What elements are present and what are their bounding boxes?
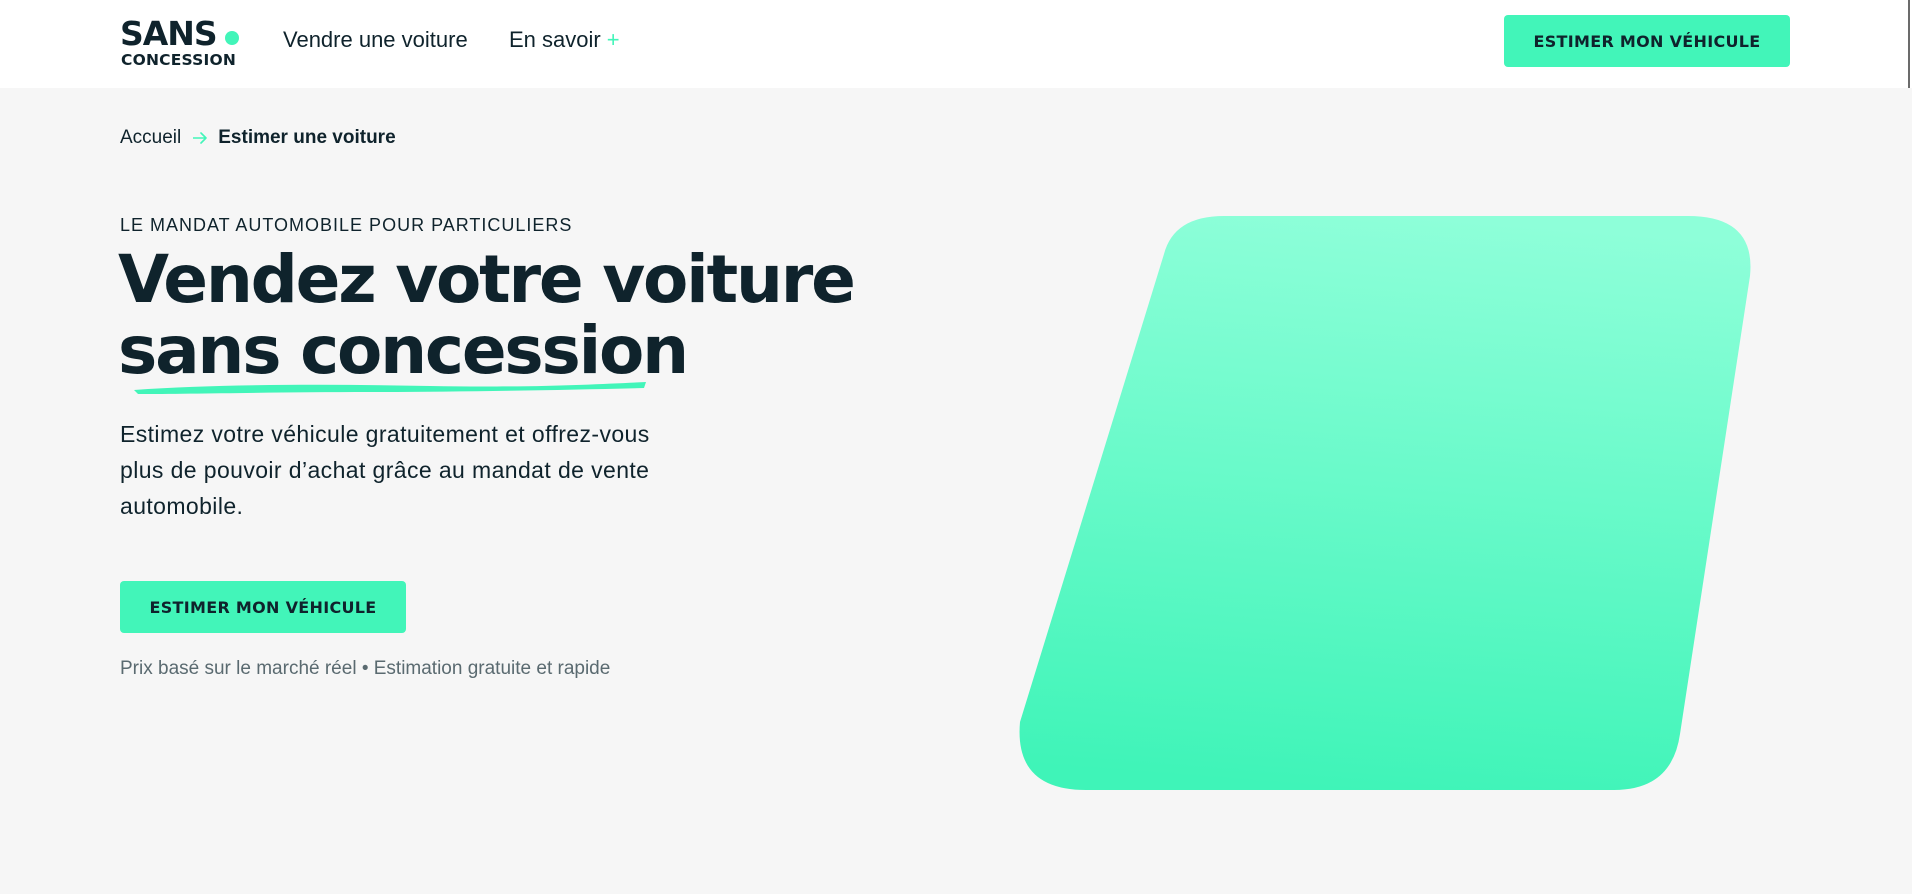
logo-line1: SANS (120, 14, 217, 53)
hero-estimate-label: ESTIMER MON VÉHICULE (149, 597, 377, 617)
hero-eyebrow: LE MANDAT AUTOMOBILE POUR PARTICULIERS (120, 215, 573, 235)
hero-estimate-button[interactable]: ESTIMER MON VÉHICULE (120, 581, 406, 633)
header-estimate-label: ESTIMER MON VÉHICULE (1533, 31, 1761, 51)
breadcrumb: Accueil Estimer une voiture (120, 127, 396, 149)
logo[interactable]: SANS CONCESSION (120, 14, 244, 68)
header-estimate-button[interactable]: ESTIMER MON VÉHICULE (1504, 15, 1790, 67)
scrollbar[interactable] (1908, 0, 1910, 88)
breadcrumb-home[interactable]: Accueil (120, 127, 181, 149)
logo-mark: SANS CONCESSION (120, 14, 239, 68)
nav-sell-car[interactable]: Vendre une voiture (283, 27, 468, 53)
logo-line2: CONCESSION (121, 51, 236, 68)
nav-sell-car-label: Vendre une voiture (283, 27, 468, 52)
brush-underline-icon (134, 382, 646, 394)
nav-learn-more-label: En savoir (509, 27, 601, 52)
hero-note: Prix basé sur le marché réel • Estimatio… (120, 658, 611, 679)
hero-title: Vendez votre voiture sans concession (118, 241, 856, 389)
site-header: SANS CONCESSION Vendre une voiture En sa… (0, 0, 1912, 88)
breadcrumb-current: Estimer une voiture (218, 127, 396, 148)
arrow-right-icon (192, 128, 208, 149)
hero-description: Estimez votre véhicule gratuitement et o… (120, 421, 650, 519)
nav-learn-more[interactable]: En savoir + (509, 27, 620, 53)
hero-title-line2: sans concession (118, 312, 689, 389)
hero-title-line1: Vendez votre voiture (118, 241, 856, 318)
plus-icon: + (606, 27, 620, 52)
hero-illustration-shape (1019, 216, 1751, 790)
